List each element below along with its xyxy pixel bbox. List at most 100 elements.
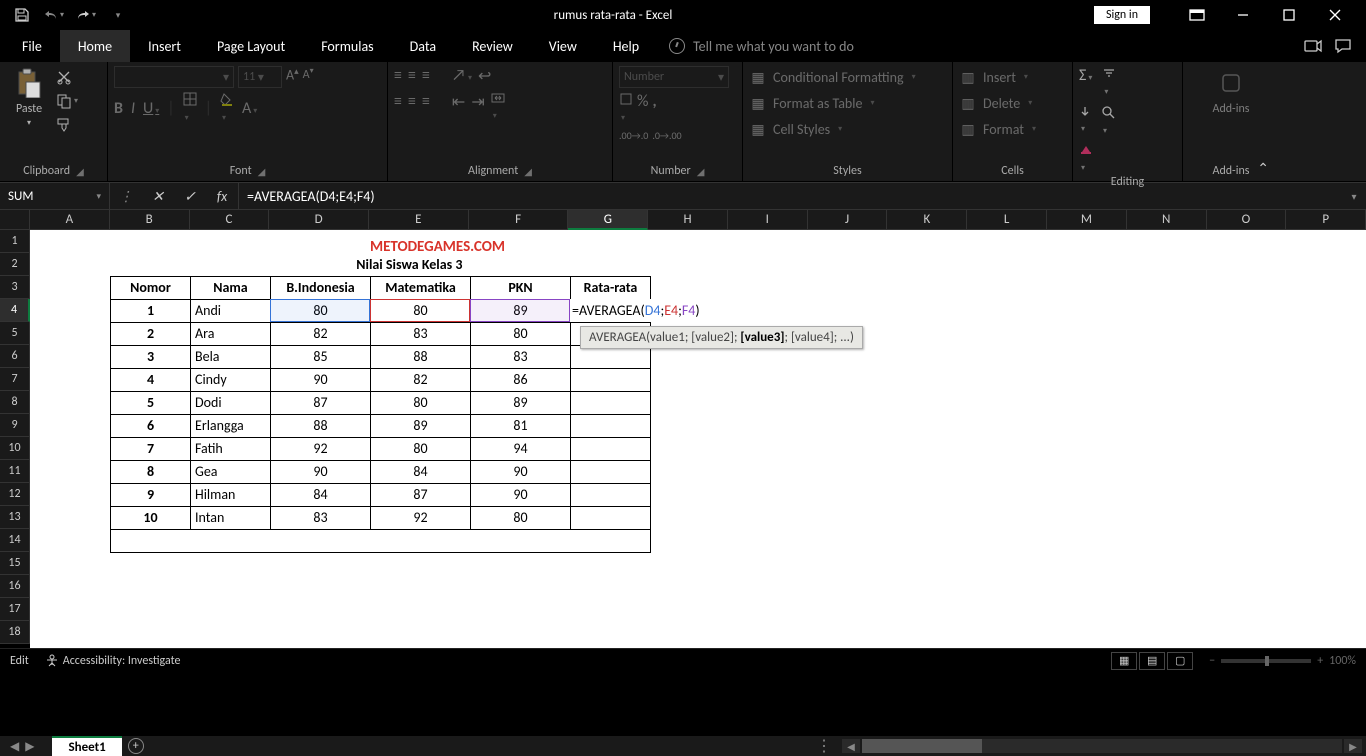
column-header[interactable]: I	[728, 210, 808, 230]
zoom-level[interactable]: 100%	[1329, 654, 1356, 668]
row-header[interactable]: 1	[0, 230, 30, 253]
decrease-indent-icon[interactable]: ⇤	[452, 92, 465, 123]
column-header[interactable]: P	[1286, 210, 1366, 230]
table-row[interactable]: 6Erlangga888981	[111, 414, 651, 437]
accessibility-status[interactable]: Accessibility: Investigate	[45, 654, 181, 668]
row-header[interactable]: 12	[0, 483, 30, 506]
next-sheet-icon[interactable]: ▶	[25, 739, 34, 754]
row-header[interactable]: 3	[0, 276, 30, 299]
qat-customize-icon[interactable]: ▾	[104, 3, 132, 27]
expand-formula-bar-icon[interactable]: ▾	[1342, 183, 1366, 209]
row-header[interactable]: 16	[0, 575, 30, 598]
column-header[interactable]: B	[110, 210, 190, 230]
italic-button[interactable]: I	[131, 99, 135, 118]
tab-home[interactable]: Home	[60, 30, 130, 62]
column-header[interactable]: E	[369, 210, 469, 230]
table-row[interactable]: 7Fatih928094	[111, 437, 651, 460]
row-header[interactable]: 4	[0, 299, 30, 322]
font-size-select[interactable]: 11 ▾	[238, 66, 282, 88]
font-color-button[interactable]: A	[242, 99, 257, 118]
column-header[interactable]: O	[1207, 210, 1287, 230]
tab-data[interactable]: Data	[392, 30, 454, 62]
row-header[interactable]: 11	[0, 460, 30, 483]
decrease-font-icon[interactable]: A▾	[303, 66, 314, 88]
increase-decimal-icon[interactable]: .00→.0	[619, 129, 648, 142]
hscroll-thumb[interactable]	[862, 739, 982, 753]
tab-file[interactable]: File	[4, 30, 60, 62]
tab-help[interactable]: Help	[595, 30, 657, 62]
column-header[interactable]: J	[808, 210, 888, 230]
clipboard-launcher-icon[interactable]: ◢	[76, 165, 84, 178]
save-icon[interactable]	[8, 3, 36, 27]
align-top-icon[interactable]: ≡	[394, 66, 402, 86]
undo-icon[interactable]	[40, 3, 68, 27]
row-header[interactable]: 14	[0, 529, 30, 552]
zoom-slider[interactable]	[1221, 659, 1311, 663]
font-name-select[interactable]: ▾	[114, 66, 234, 88]
normal-view-icon[interactable]: ▦	[1111, 652, 1137, 670]
row-header[interactable]: 6	[0, 345, 30, 368]
select-all-corner[interactable]	[0, 210, 30, 230]
percent-format-icon[interactable]: %	[637, 92, 648, 125]
orientation-icon[interactable]: ↗	[452, 66, 472, 86]
column-header[interactable]: D	[269, 210, 369, 230]
copy-button[interactable]: ▾	[56, 93, 78, 109]
cut-button[interactable]	[56, 69, 78, 85]
redo-icon[interactable]	[72, 3, 100, 27]
clear-button[interactable]	[1079, 144, 1093, 175]
scroll-right-icon[interactable]: ▶	[1344, 739, 1362, 753]
table-row[interactable]: 8Gea908490	[111, 460, 651, 483]
maximize-button[interactable]	[1266, 0, 1312, 30]
cell-styles-button[interactable]: ▦Cell Styles	[749, 118, 842, 140]
table-row[interactable]: 10Intan839280	[111, 506, 651, 529]
fill-button[interactable]	[1079, 105, 1091, 138]
name-box[interactable]: SUM	[0, 183, 110, 209]
align-right-icon[interactable]: ≡	[422, 92, 430, 123]
accounting-format-icon[interactable]	[619, 92, 633, 125]
number-format-select[interactable]: Number▾	[619, 66, 729, 88]
tab-page-layout[interactable]: Page Layout	[199, 30, 303, 62]
format-painter-button[interactable]	[56, 117, 78, 133]
sort-filter-button[interactable]	[1102, 66, 1116, 99]
page-layout-view-icon[interactable]: ▤	[1139, 652, 1165, 670]
align-center-icon[interactable]: ≡	[408, 92, 416, 123]
row-header[interactable]: 8	[0, 391, 30, 414]
column-header[interactable]: K	[887, 210, 967, 230]
zoom-in-icon[interactable]: +	[1317, 654, 1323, 668]
align-bottom-icon[interactable]: ≡	[422, 66, 430, 86]
increase-font-icon[interactable]: A▴	[286, 66, 299, 88]
column-header[interactable]: H	[648, 210, 728, 230]
page-break-view-icon[interactable]: ▢	[1167, 652, 1193, 670]
column-header[interactable]: N	[1127, 210, 1207, 230]
tab-view[interactable]: View	[531, 30, 595, 62]
wrap-text-icon[interactable]: ↩	[478, 66, 491, 86]
tab-split-handle[interactable]: ⋮	[816, 736, 842, 756]
dropdown-functions-icon[interactable]: ⋮	[110, 188, 142, 205]
tab-insert[interactable]: Insert	[130, 30, 199, 62]
insert-cells-button[interactable]: ▥Insert	[959, 66, 1028, 88]
cell-edit-overlay[interactable]: =AVERAGEA(D4;E4;F4)	[570, 299, 702, 322]
minimize-button[interactable]	[1220, 0, 1266, 30]
row-header[interactable]: 15	[0, 552, 30, 575]
comma-format-icon[interactable]: ,	[652, 92, 656, 125]
row-header[interactable]: 2	[0, 253, 30, 276]
row-header[interactable]: 10	[0, 437, 30, 460]
column-header[interactable]: C	[190, 210, 270, 230]
paste-button[interactable]: Paste▾	[6, 66, 52, 128]
align-left-icon[interactable]: ≡	[394, 92, 402, 123]
sheet-tab[interactable]: Sheet1	[52, 736, 121, 756]
share-icon[interactable]	[1304, 38, 1322, 54]
number-launcher-icon[interactable]: ◢	[697, 165, 705, 178]
border-button[interactable]	[183, 92, 197, 125]
row-header[interactable]: 9	[0, 414, 30, 437]
ribbon-display-options-icon[interactable]	[1174, 0, 1220, 30]
align-middle-icon[interactable]: ≡	[408, 66, 416, 86]
bold-button[interactable]: B	[114, 99, 123, 118]
font-launcher-icon[interactable]: ◢	[258, 165, 266, 178]
collapse-ribbon-icon[interactable]: ⌃	[1257, 160, 1269, 177]
table-row[interactable]: 5Dodi878089	[111, 391, 651, 414]
row-header[interactable]: 7	[0, 368, 30, 391]
enter-formula-button[interactable]: ✓	[174, 188, 206, 205]
table-row[interactable]: 3Bela858883	[111, 345, 651, 368]
find-select-button[interactable]	[1101, 105, 1115, 138]
